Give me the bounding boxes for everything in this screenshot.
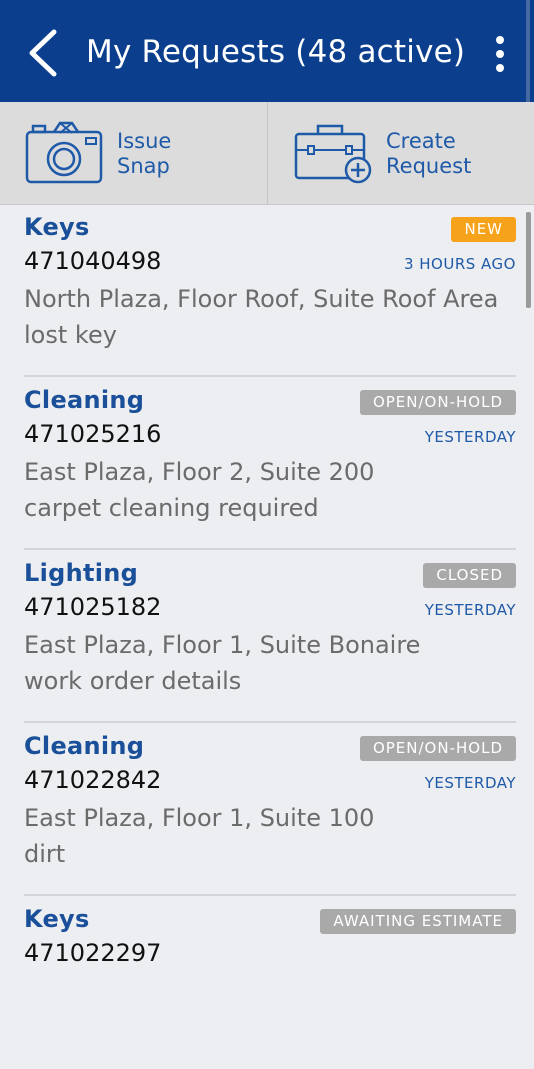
request-number: 471022842 — [24, 766, 162, 794]
request-category: Cleaning — [24, 386, 145, 414]
request-number: 471040498 — [24, 247, 162, 275]
request-item[interactable]: Cleaning OPEN/ON-HOLD 471025216 YESTERDA… — [0, 377, 534, 550]
issue-snap-button[interactable]: Issue Snap — [0, 102, 267, 204]
issue-snap-label-1: Issue — [117, 129, 172, 153]
app-header: My Requests (48 active) — [0, 0, 534, 102]
camera-icon — [25, 121, 103, 184]
request-category: Keys — [24, 905, 90, 933]
request-category: Keys — [24, 213, 90, 241]
toolbox-add-icon — [294, 124, 372, 184]
request-description: dirt — [24, 840, 66, 868]
create-request-button[interactable]: Create Request — [268, 102, 534, 204]
request-location: East Plaza, Floor 1, Suite 100 — [24, 804, 375, 832]
request-number: 471025216 — [24, 420, 162, 448]
request-description: carpet cleaning required — [24, 494, 319, 522]
request-item[interactable]: Cleaning OPEN/ON-HOLD 471022842 YESTERDA… — [0, 723, 534, 896]
issue-snap-label-2: Snap — [117, 154, 170, 178]
request-time: YESTERDAY — [424, 428, 516, 446]
status-badge: OPEN/ON-HOLD — [359, 390, 516, 415]
more-options-icon[interactable] — [486, 34, 514, 74]
request-time: YESTERDAY — [424, 601, 516, 619]
create-request-label-2: Request — [386, 154, 472, 178]
status-badge: CLOSED — [423, 563, 516, 588]
header-scroll-indicator — [526, 0, 530, 102]
status-badge: AWAITING ESTIMATE — [320, 909, 516, 934]
back-arrow-icon[interactable] — [24, 28, 64, 78]
action-bar: Issue Snap Create Request — [0, 102, 534, 308]
request-location: North Plaza, Floor Roof, Suite Roof Area — [24, 285, 499, 313]
request-number: 471022297 — [24, 939, 162, 967]
request-description: work order details — [24, 667, 242, 695]
request-item[interactable]: Lighting CLOSED 471025182 YESTERDAY East… — [0, 550, 534, 723]
request-time: 3 HOURS AGO — [403, 255, 516, 273]
request-list: Keys NEW 471040498 3 HOURS AGO North Pla… — [0, 204, 534, 1069]
create-request-label-1: Create — [386, 129, 456, 153]
request-location: East Plaza, Floor 1, Suite Bonaire — [24, 631, 421, 659]
status-badge: NEW — [451, 217, 516, 242]
status-badge: OPEN/ON-HOLD — [359, 736, 516, 761]
request-item[interactable]: Keys AWAITING ESTIMATE 471022297 — [0, 896, 534, 1069]
request-category: Cleaning — [24, 732, 145, 760]
request-item[interactable]: Keys NEW 471040498 3 HOURS AGO North Pla… — [0, 204, 534, 377]
request-description: lost key — [24, 321, 117, 349]
page-title: My Requests (48 active) — [86, 34, 466, 70]
request-location: East Plaza, Floor 2, Suite 200 — [24, 458, 375, 486]
request-category: Lighting — [24, 559, 139, 587]
request-time: YESTERDAY — [424, 774, 516, 792]
request-number: 471025182 — [24, 593, 162, 621]
